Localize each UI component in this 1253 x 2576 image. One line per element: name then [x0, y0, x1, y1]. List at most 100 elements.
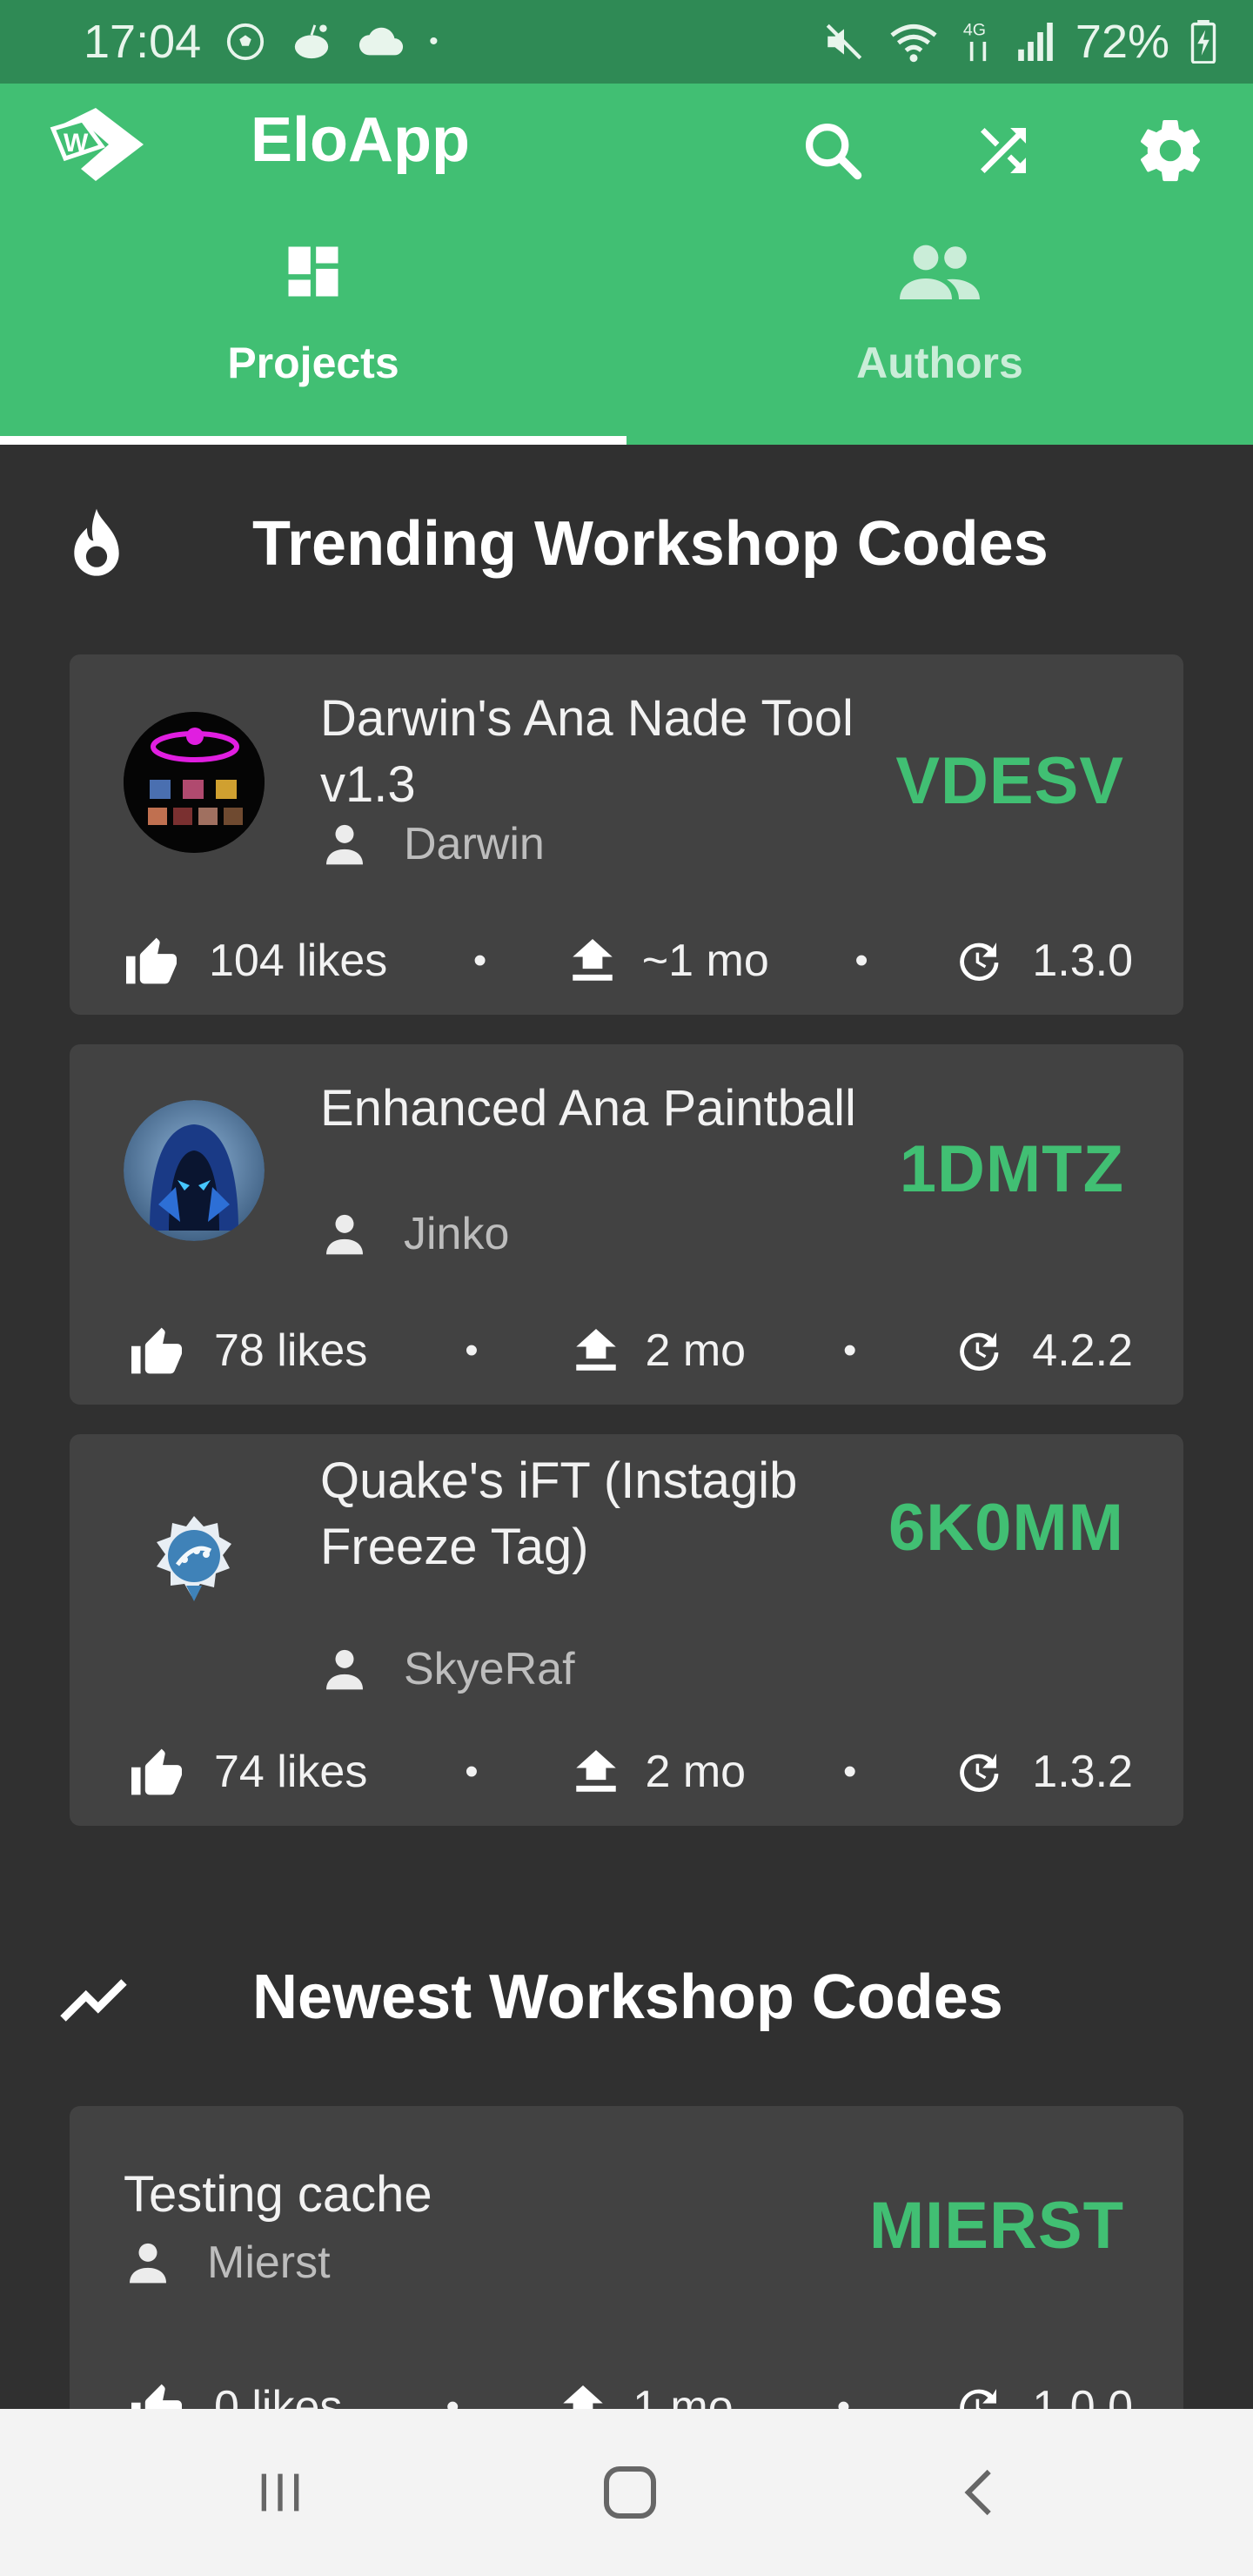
likes-count: 104 likes [209, 936, 388, 986]
app-bar: W EloApp Projects Authors [0, 84, 1253, 445]
workshop-card[interactable]: Testing cache Mierst MIERST 0 likes • 1 … [70, 2106, 1183, 2454]
likes-stat: 74 likes [129, 1746, 367, 1798]
back-button[interactable] [928, 2440, 1032, 2545]
version-number: 4.2.2 [1032, 1325, 1133, 1376]
fire-icon [57, 505, 136, 583]
trending-title: Trending Workshop Codes [252, 509, 1049, 579]
recent-apps-button[interactable] [228, 2440, 332, 2545]
svg-text:4G: 4G [963, 21, 986, 40]
signal-icon [1016, 22, 1055, 62]
person-icon [130, 2243, 166, 2284]
home-icon [604, 2466, 656, 2519]
update-icon [960, 1332, 999, 1372]
updated-ago: ~1 mo [641, 936, 769, 986]
updated-stat: 2 mo [575, 1325, 747, 1377]
card-stats: 104 likes • ~1 mo • 1.3.0 [124, 926, 1133, 996]
reddit-icon [290, 22, 333, 62]
home-button[interactable] [578, 2440, 682, 2545]
update-icon [960, 1754, 999, 1793]
card-title: Enhanced Ana Paintball [320, 1080, 856, 1137]
separator-dot: • [465, 1329, 479, 1372]
person-icon [326, 824, 363, 865]
card-stats: 78 likes • 2 mo • 4.2.2 [129, 1316, 1133, 1385]
newest-header: Newest Workshop Codes [0, 1945, 1253, 2049]
lte-icon: 4G [961, 18, 995, 65]
workshop-code[interactable]: VDESV [895, 743, 1124, 819]
card-author: Jinko [245, 1208, 509, 1260]
likes-count: 78 likes [214, 1325, 368, 1376]
battery-percent: 72% [1075, 16, 1169, 68]
workshop-code[interactable]: 6K0MM [888, 1490, 1124, 1566]
app-logo-icon: W [48, 101, 148, 188]
separator-dot: • [843, 1329, 857, 1372]
author-name: SkyeRaf [404, 1644, 575, 1694]
author-name: Darwin [404, 819, 545, 869]
update-icon [960, 943, 999, 982]
separator-dot: • [465, 1750, 479, 1793]
person-icon [326, 1214, 363, 1255]
updated-stat: 2 mo [575, 1746, 746, 1798]
settings-button[interactable] [1131, 111, 1209, 190]
likes-stat: 78 likes [129, 1325, 367, 1377]
thumb-up-icon [126, 937, 177, 984]
person-icon [326, 1649, 363, 1690]
separator-dot: • [843, 1750, 857, 1793]
workshop-code[interactable]: 1DMTZ [900, 1131, 1124, 1207]
version-stat: 1.3.2 [954, 1746, 1133, 1798]
notification-dot: • [429, 27, 439, 56]
version-number: 1.3.2 [1032, 1747, 1133, 1797]
card-author: Mierst [124, 2237, 331, 2289]
workshop-card[interactable]: Quake's iFT (Instagib Freeze Tag) SkyeRa… [70, 1434, 1183, 1826]
card-title: Testing cache [124, 2166, 432, 2223]
shuffle-icon [981, 128, 1026, 173]
workshop-card[interactable]: Darwin's Ana Nade Tool v1.3 Darwin VDESV… [70, 654, 1183, 1015]
card-stats: 74 likes • 2 mo • 1.3.2 [129, 1737, 1133, 1807]
tab-projects[interactable]: Projects [0, 223, 626, 445]
trending-up-icon [57, 1958, 136, 2036]
battery-charging-icon [1190, 20, 1216, 64]
author-name: Mierst [207, 2237, 331, 2288]
tab-indicator [0, 436, 626, 445]
people-icon [898, 230, 982, 313]
app-title: EloApp [251, 105, 470, 175]
dashboard-icon [280, 230, 346, 313]
back-icon [964, 2469, 991, 2516]
avatar [124, 1100, 265, 1241]
upload-icon [573, 939, 613, 981]
cloud-icon [358, 24, 405, 59]
avatar [124, 1490, 265, 1631]
separator-dot: • [472, 939, 487, 982]
tab-authors[interactable]: Authors [626, 223, 1253, 445]
workshop-code[interactable]: MIERST [869, 2188, 1124, 2264]
updated-stat: ~1 mo [573, 935, 769, 987]
author-name: Jinko [404, 1209, 510, 1259]
updated-ago: 2 mo [645, 1325, 747, 1376]
avatar [124, 712, 265, 853]
card-title: Darwin's Ana Nade Tool v1.3 [320, 690, 854, 813]
newest-title: Newest Workshop Codes [252, 1962, 1003, 2032]
soccer-ball-icon [225, 22, 265, 62]
version-stat: 4.2.2 [954, 1325, 1133, 1377]
upload-icon [575, 1329, 616, 1371]
shuffle-button[interactable] [964, 111, 1042, 190]
card-author: Darwin [245, 818, 545, 870]
version-number: 1.3.0 [1032, 936, 1133, 986]
recent-apps-icon [261, 2473, 299, 2512]
likes-count: 74 likes [214, 1747, 368, 1797]
status-bar: 17:04 • 4G 72% [0, 0, 1253, 84]
search-icon [805, 123, 862, 180]
gear-icon [1140, 120, 1201, 182]
upload-icon [575, 1750, 616, 1792]
card-author: SkyeRaf [245, 1643, 575, 1695]
workshop-card[interactable]: Enhanced Ana Paintball Jinko 1DMTZ 78 li… [70, 1044, 1183, 1405]
system-nav-bar [0, 2409, 1253, 2576]
search-button[interactable] [794, 111, 872, 190]
status-time: 17:04 [84, 16, 202, 68]
svg-text:W: W [64, 129, 89, 158]
version-stat: 1.3.0 [954, 935, 1133, 987]
wifi-icon [888, 20, 940, 64]
separator-dot: • [854, 939, 868, 982]
card-title: Quake's iFT (Instagib Freeze Tag) [320, 1452, 798, 1575]
mute-icon [821, 20, 867, 64]
thumb-up-icon [131, 1327, 182, 1374]
